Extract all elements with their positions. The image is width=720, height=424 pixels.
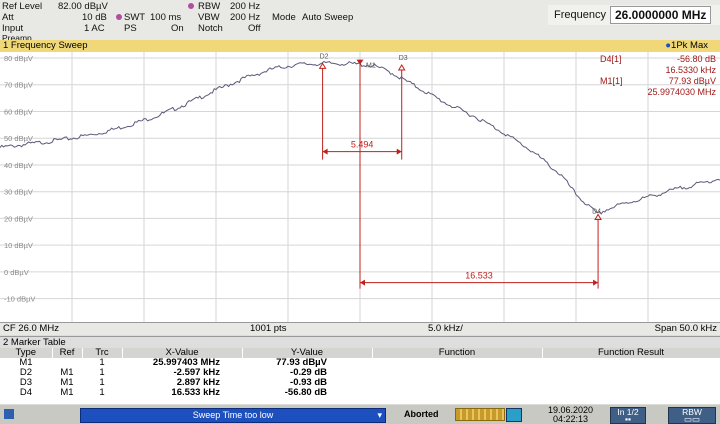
- center-frequency-label[interactable]: CF 26.0 MHz: [3, 323, 59, 335]
- marker-table-cell: [542, 358, 720, 368]
- marker-table-cell: M1: [60, 387, 74, 398]
- rbw-value[interactable]: 200 Hz: [230, 1, 260, 12]
- x-axis-bar: CF 26.0 MHz 1001 pts 5.0 kHz/ Span 50.0 …: [0, 322, 720, 335]
- arrow-left-icon: [360, 279, 365, 286]
- marker-table-cell: [542, 368, 720, 378]
- marker-name-label: M1: [366, 63, 376, 70]
- trace-mode-label: ●1Pk Max: [665, 40, 708, 51]
- sweep-state: Aborted: [404, 409, 439, 419]
- marker-table-row[interactable]: D4 M1 1 16.533 kHz -56.80 dB: [0, 388, 720, 398]
- sweep-plot[interactable]: 80 dBµV 70 dBµV 60 dBµV 50 dBµV 40 dBµV 30 dB…: [0, 52, 720, 322]
- sweep-points-label: 1001 pts: [250, 323, 287, 334]
- y-tick-label: 0 dBµV: [4, 268, 29, 277]
- marker-table[interactable]: Type Ref Trc X-Value Y-Value Function Function…: [0, 348, 720, 404]
- marker-name-label: D3: [399, 55, 408, 62]
- arrow-left-icon: [322, 148, 328, 155]
- swt-indicator-icon: [116, 14, 122, 20]
- arrow-right-icon: [593, 279, 599, 286]
- swt-label: SWT: [124, 12, 146, 23]
- readout-value: -56.80 dB: [677, 54, 716, 64]
- sweep-message-bar[interactable]: Sweep Time too low ▾: [80, 408, 386, 423]
- marker-table-row[interactable]: D3 M1 1 2.897 kHz -0.93 dB: [0, 378, 720, 388]
- ref-level-label: Ref Level: [2, 1, 43, 12]
- network-icon: [506, 408, 522, 422]
- marker-table-cell: -56.80 dB: [284, 387, 327, 398]
- settings-header: Ref Level 82.00 dBµV Att 10 dB Input 1 A…: [0, 0, 720, 43]
- marker-table-cell: [372, 368, 542, 378]
- y-tick-label: -10 dBµV: [4, 295, 35, 304]
- y-tick-label: 60 dBµV: [4, 107, 33, 116]
- progress-indicator: [455, 408, 505, 421]
- status-time: 04:22:13: [553, 414, 589, 424]
- vbw-label: VBW: [198, 12, 220, 23]
- arrow-right-icon: [396, 148, 402, 155]
- readout-value: 16.5330 kHz: [665, 65, 716, 75]
- mode-value[interactable]: Auto Sweep: [302, 12, 353, 23]
- ref-level-value[interactable]: 82.00 dBµV: [58, 1, 108, 12]
- span-label[interactable]: Span 50.0 kHz: [655, 323, 717, 335]
- y-tick-label: 20 dBµV: [4, 214, 33, 223]
- panel-title: 1 Frequency Sweep: [3, 40, 88, 51]
- y-tick-label: 70 dBµV: [4, 81, 33, 90]
- readout-label: D4[1]: [600, 54, 622, 64]
- date-time: 19.06.2020 04:22:13: [548, 406, 593, 424]
- rbw-label: RBW: [198, 1, 221, 12]
- marker-table-cell: [372, 358, 542, 368]
- frequency-display[interactable]: Frequency 26.0000000 MHz: [548, 5, 720, 25]
- notch-label: Notch: [198, 23, 223, 34]
- vbw-value[interactable]: 200 Hz: [230, 12, 260, 23]
- swt-value[interactable]: 100 ms: [150, 12, 181, 23]
- marker-name-label: D2: [320, 53, 329, 60]
- marker-table-header: Function: [372, 348, 543, 358]
- rbw-mode-icon: ▭▭: [683, 414, 701, 424]
- marker-table-cell: [372, 388, 542, 398]
- input-value[interactable]: 1 AC: [84, 23, 105, 34]
- marker-table-cell: [372, 378, 542, 388]
- y-tick-label: 10 dBµV: [4, 241, 33, 250]
- readout-value: 25.9974030 MHz: [647, 87, 716, 97]
- mode-label: Mode: [272, 12, 296, 23]
- rbw-indicator-icon: [188, 3, 194, 9]
- page-dots-icon: ▪▪: [624, 414, 632, 424]
- rbw-mode-button[interactable]: RBW ▭▭: [668, 407, 716, 424]
- ps-label: PS: [124, 23, 137, 34]
- sweep-message: Sweep Time too low: [192, 410, 274, 420]
- marker-table-row[interactable]: D2 M1 1 -2.597 kHz -0.29 dB: [0, 368, 720, 378]
- page-indicator-button[interactable]: In 1/2 ▪▪: [610, 407, 646, 424]
- marker-table-cell: 1: [99, 387, 105, 398]
- marker-table-cell: [542, 388, 720, 398]
- marker-table-header: Function Result: [542, 348, 720, 358]
- y-tick-label: 80 dBµV: [4, 54, 33, 63]
- marker-table-cell: [542, 378, 720, 388]
- readout-value: 77.93 dBµV: [669, 76, 716, 86]
- frequency-label: Frequency: [554, 9, 606, 21]
- y-tick-label: 40 dBµV: [4, 161, 33, 170]
- ps-value[interactable]: On: [171, 23, 184, 34]
- x-division-label: 5.0 kHz/: [428, 323, 463, 334]
- marker-table-cell: 16.533 kHz: [171, 387, 220, 398]
- marker-table-cell: D4: [19, 387, 33, 398]
- status-bar: Sweep Time too low ▾ Aborted 19.06.2020 0…: [0, 405, 720, 424]
- spectrum-chart[interactable]: 80 dBµV70 dBµV60 dBµV50 dBµV40 dBµV30 dB…: [0, 52, 720, 322]
- frequency-value[interactable]: 26.0000000 MHz: [610, 6, 712, 24]
- notch-value[interactable]: Off: [248, 23, 261, 34]
- delta-marker-icon: [397, 64, 406, 71]
- y-tick-label: 30 dBµV: [4, 188, 33, 197]
- dropdown-arrow-icon[interactable]: ▾: [377, 409, 382, 422]
- att-value[interactable]: 10 dB: [82, 12, 107, 23]
- att-label: Att: [2, 12, 14, 23]
- marker-table-header: Ref: [52, 348, 83, 358]
- readout-label: M1[1]: [600, 76, 623, 86]
- status-led-icon: [4, 409, 14, 419]
- marker-name-label: D4: [592, 208, 601, 215]
- delta-value-label: 16.533: [465, 271, 493, 281]
- delta-value-label: 5.494: [351, 140, 374, 150]
- marker-table-row[interactable]: M1 1 25.997403 MHz 77.93 dBµV: [0, 358, 720, 368]
